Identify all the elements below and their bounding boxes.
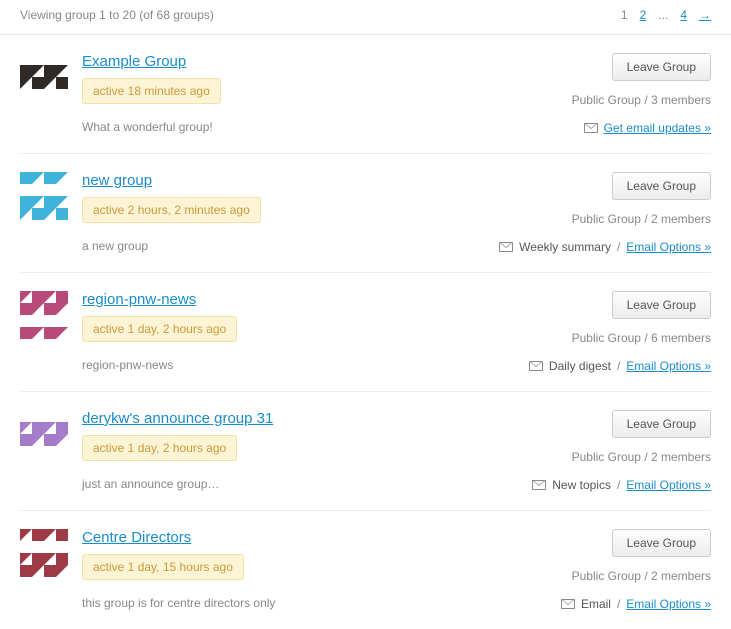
- email-options-link[interactable]: Email Options »: [626, 240, 711, 254]
- group-description: this group is for centre directors only: [82, 596, 561, 610]
- activity-badge: active 1 day, 2 hours ago: [82, 316, 237, 342]
- group-side: Leave Group Public Group / 3 members Get e…: [572, 53, 711, 135]
- group-title-link[interactable]: new group: [82, 172, 152, 189]
- group-meta: Public Group / 6 members: [572, 331, 711, 345]
- leave-group-button[interactable]: Leave Group: [612, 291, 711, 319]
- group-side: Leave Group Public Group / 6 members Daily…: [529, 291, 711, 373]
- group-avatar[interactable]: [20, 53, 68, 101]
- group-item: Example Group active 18 minutes ago What a…: [20, 35, 711, 154]
- envelope-icon: [561, 599, 575, 609]
- page-2-link[interactable]: 2: [640, 8, 647, 22]
- group-meta: Public Group / 2 members: [572, 212, 711, 226]
- viewing-text: Viewing group 1 to 20 (of 68 groups): [20, 8, 214, 22]
- separator: /: [617, 359, 620, 373]
- group-main: region-pnw-news active 1 day, 2 hours ago…: [82, 291, 529, 373]
- page-next-link[interactable]: →: [699, 8, 711, 22]
- envelope-icon: [532, 480, 546, 490]
- group-title-link[interactable]: Centre Directors: [82, 529, 191, 546]
- email-row: Email / Email Options »: [561, 597, 711, 611]
- email-options-link[interactable]: Email Options »: [626, 597, 711, 611]
- group-item: derykw's announce group 31 active 1 day, …: [20, 392, 711, 511]
- group-description: just an announce group…: [82, 477, 532, 491]
- group-main: derykw's announce group 31 active 1 day, …: [82, 410, 532, 492]
- group-item: new group active 2 hours, 2 minutes ago a …: [20, 154, 711, 273]
- page-ellipsis: ...: [658, 8, 668, 22]
- envelope-icon: [584, 123, 598, 133]
- leave-group-button[interactable]: Leave Group: [612, 172, 711, 200]
- group-title-link[interactable]: region-pnw-news: [82, 291, 196, 308]
- email-row: Get email updates »: [584, 121, 711, 135]
- list-header: Viewing group 1 to 20 (of 68 groups) 1 2…: [0, 0, 731, 35]
- group-description: a new group: [82, 239, 499, 253]
- group-meta: Public Group / 2 members: [572, 569, 711, 583]
- email-options-link[interactable]: Email Options »: [626, 478, 711, 492]
- separator: /: [617, 597, 620, 611]
- group-avatar[interactable]: [20, 291, 68, 339]
- group-avatar[interactable]: [20, 529, 68, 577]
- group-side: Leave Group Public Group / 2 members New t…: [532, 410, 711, 492]
- separator: /: [617, 478, 620, 492]
- activity-badge: active 1 day, 15 hours ago: [82, 554, 244, 580]
- group-description: What a wonderful group!: [82, 120, 572, 134]
- group-title-link[interactable]: Example Group: [82, 53, 186, 70]
- leave-group-button[interactable]: Leave Group: [612, 529, 711, 557]
- email-status: New topics: [552, 478, 611, 492]
- activity-badge: active 1 day, 2 hours ago: [82, 435, 237, 461]
- email-row: New topics / Email Options »: [532, 478, 711, 492]
- email-options-link[interactable]: Get email updates »: [604, 121, 711, 135]
- separator: /: [617, 240, 620, 254]
- email-row: Weekly summary / Email Options »: [499, 240, 711, 254]
- email-status: Weekly summary: [519, 240, 611, 254]
- group-title-link[interactable]: derykw's announce group 31: [82, 410, 273, 427]
- envelope-icon: [529, 361, 543, 371]
- group-avatar[interactable]: [20, 410, 68, 458]
- group-meta: Public Group / 2 members: [572, 450, 711, 464]
- page-4-link[interactable]: 4: [680, 8, 687, 22]
- group-list: Example Group active 18 minutes ago What a…: [0, 35, 731, 629]
- group-main: Example Group active 18 minutes ago What a…: [82, 53, 572, 135]
- email-options-link[interactable]: Email Options »: [626, 359, 711, 373]
- group-description: region-pnw-news: [82, 358, 529, 372]
- email-status: Daily digest: [549, 359, 611, 373]
- leave-group-button[interactable]: Leave Group: [612, 53, 711, 81]
- group-avatar[interactable]: [20, 172, 68, 220]
- group-item: Centre Directors active 1 day, 15 hours a…: [20, 511, 711, 629]
- group-main: new group active 2 hours, 2 minutes ago a …: [82, 172, 499, 254]
- email-row: Daily digest / Email Options »: [529, 359, 711, 373]
- pagination: 1 2 ... 4 →: [621, 8, 711, 22]
- activity-badge: active 18 minutes ago: [82, 78, 221, 104]
- leave-group-button[interactable]: Leave Group: [612, 410, 711, 438]
- activity-badge: active 2 hours, 2 minutes ago: [82, 197, 261, 223]
- envelope-icon: [499, 242, 513, 252]
- group-item: region-pnw-news active 1 day, 2 hours ago…: [20, 273, 711, 392]
- group-meta: Public Group / 3 members: [572, 93, 711, 107]
- page-current: 1: [621, 8, 628, 22]
- email-status: Email: [581, 597, 611, 611]
- group-side: Leave Group Public Group / 2 members Weekl…: [499, 172, 711, 254]
